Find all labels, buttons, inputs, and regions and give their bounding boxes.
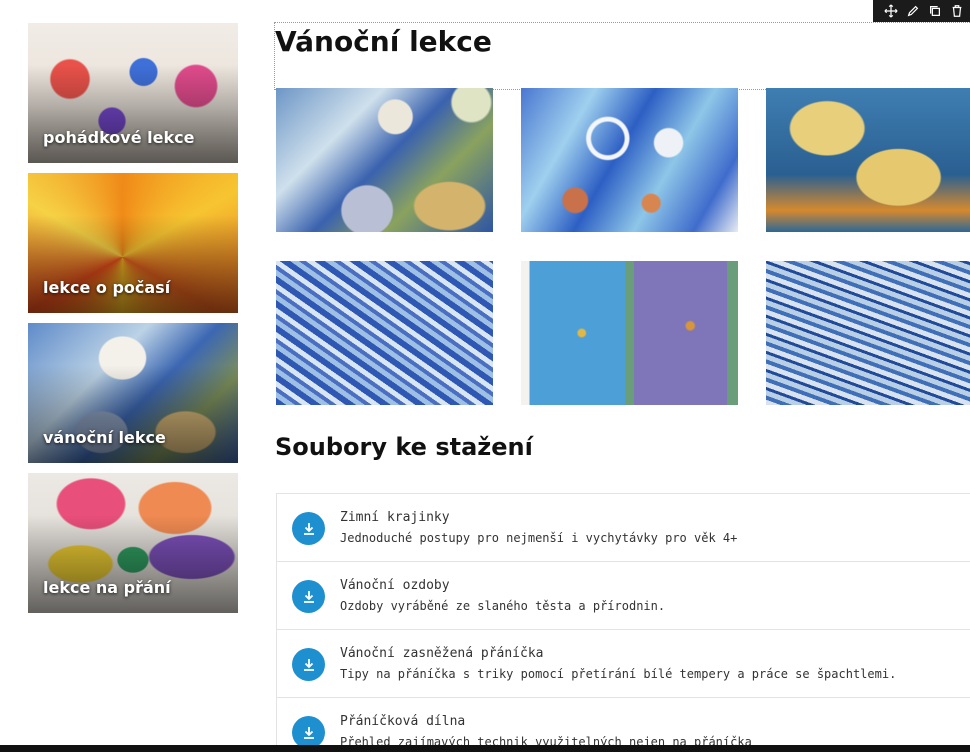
edit-icon[interactable] <box>906 4 920 18</box>
download-icon <box>292 512 325 545</box>
download-icon <box>292 580 325 613</box>
category-tile-fairy-tales[interactable]: pohádkové lekce <box>28 23 238 163</box>
download-icon <box>292 648 325 681</box>
category-label: lekce o počasí <box>43 278 171 297</box>
delete-icon[interactable] <box>950 4 964 18</box>
gallery-photo[interactable] <box>766 88 970 232</box>
download-title: Vánoční zasněžená přáníčka <box>340 646 544 661</box>
download-title: Zimní krajinky <box>340 510 450 525</box>
downloads-list: Zimní krajinky Jednoduché postupy pro ne… <box>276 493 970 752</box>
page-title: Vánoční lekce <box>275 25 492 58</box>
block-editor-toolbar <box>873 0 970 22</box>
gallery-photo[interactable] <box>276 261 493 405</box>
gallery-photo[interactable] <box>521 261 738 405</box>
category-sidebar: pohádkové lekce lekce o počasí vánoční l… <box>28 23 238 623</box>
duplicate-icon[interactable] <box>928 4 942 18</box>
download-item[interactable]: Přáníčková dílna Přehled zajímavých tech… <box>277 698 970 752</box>
category-tile-on-request[interactable]: lekce na přání <box>28 473 238 613</box>
download-item[interactable]: Zimní krajinky Jednoduché postupy pro ne… <box>277 494 970 562</box>
category-label: lekce na přání <box>43 578 171 597</box>
download-item[interactable]: Vánoční zasněžená přáníčka Tipy na přání… <box>277 630 970 698</box>
category-label: pohádkové lekce <box>43 128 195 147</box>
download-item[interactable]: Vánoční ozdoby Ozdoby vyráběné ze slanéh… <box>277 562 970 630</box>
gallery-photo[interactable] <box>521 88 738 232</box>
download-description: Jednoduché postupy pro nejmenší i vychyt… <box>340 531 738 545</box>
download-title: Přáníčková dílna <box>340 714 466 729</box>
download-description: Tipy na přáníčka s triky pomocí přetírán… <box>340 667 897 681</box>
category-tile-weather[interactable]: lekce o počasí <box>28 173 238 313</box>
category-tile-christmas[interactable]: vánoční lekce <box>28 323 238 463</box>
move-icon[interactable] <box>884 4 898 18</box>
category-label: vánoční lekce <box>43 428 166 447</box>
gallery-photo[interactable] <box>276 88 493 232</box>
downloads-heading: Soubory ke stažení <box>275 433 533 461</box>
download-title: Vánoční ozdoby <box>340 578 450 593</box>
bottom-bar <box>0 745 970 752</box>
gallery-photo[interactable] <box>766 261 970 405</box>
download-description: Ozdoby vyráběné ze slaného těsta a příro… <box>340 599 666 613</box>
